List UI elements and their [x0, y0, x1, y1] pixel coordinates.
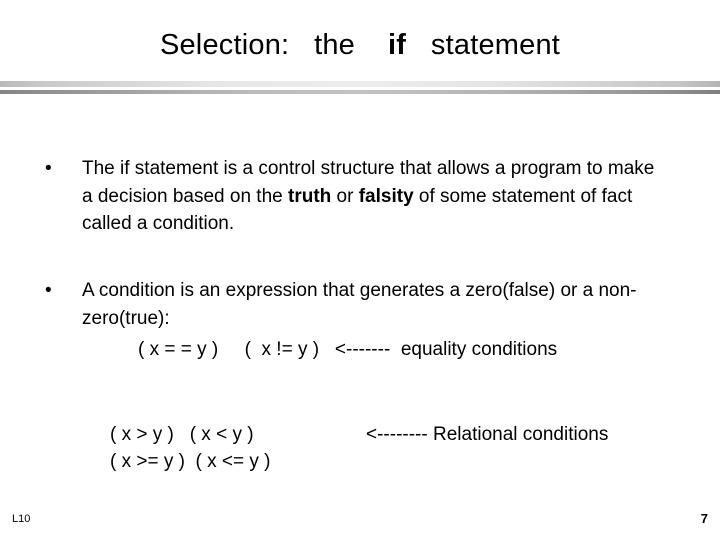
slide-body: • The if statement is a control structur… — [0, 0, 720, 540]
bullet-segment: or — [331, 185, 359, 207]
bullet-item: • The if statement is a control structur… — [45, 155, 660, 238]
footer-label: L10 — [12, 513, 31, 525]
relational-conditions-note: <-------- Relational conditions — [366, 424, 609, 445]
bullet-text: A condition is an expression that genera… — [82, 280, 637, 329]
relational-conditions-line-2: ( x >= y ) ( x <= y ) — [110, 451, 271, 472]
bullet-segment-bold-truth: truth — [288, 185, 332, 207]
bullet-marker-icon: • — [45, 158, 52, 179]
page-number: 7 — [700, 511, 708, 526]
bullet-segment-bold-falsity: falsity — [358, 185, 414, 207]
slide-canvas: Selection: the if statement • The if sta… — [0, 0, 720, 540]
bullet-item: • A condition is an expression that gene… — [45, 277, 660, 332]
bullet-marker-icon: • — [45, 280, 52, 301]
relational-conditions-line-1: ( x > y ) ( x < y ) — [110, 424, 254, 445]
bullet-text: The if statement is a control structure … — [82, 155, 660, 238]
equality-conditions-line: ( x = = y ) ( x != y ) <------- equality… — [138, 339, 558, 360]
